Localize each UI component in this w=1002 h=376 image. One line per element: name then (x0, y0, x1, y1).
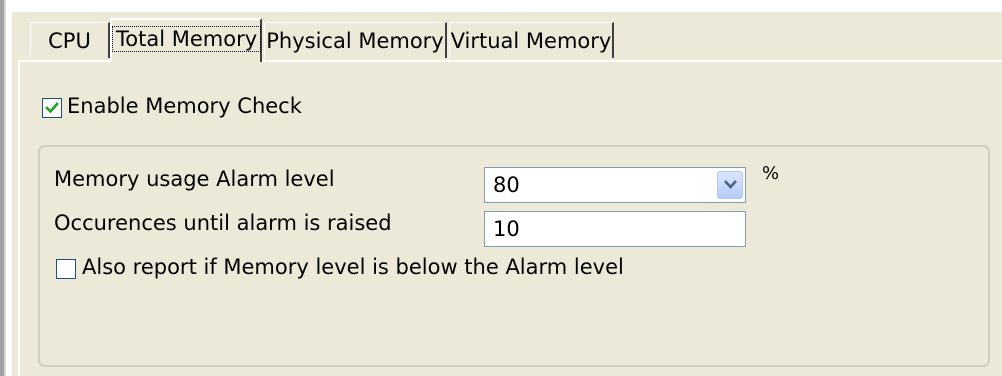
tab-physical-memory[interactable]: Physical Memory (264, 22, 447, 58)
window-left-border-highlight (4, 0, 6, 376)
tab-pane-total-memory: Enable Memory Check Memory usage Alarm l… (18, 60, 1002, 376)
memory-settings-panel: CPU Total Memory Physical Memory Virtual… (12, 12, 1002, 376)
enable-memory-check-checkbox[interactable] (42, 98, 62, 118)
alarm-level-select[interactable]: 80 (484, 167, 746, 203)
tab-cpu-label: CPU (48, 29, 91, 53)
checkmark-icon (45, 102, 59, 114)
tab-virtual-memory[interactable]: Virtual Memory (449, 22, 614, 58)
tab-total-memory-label: Total Memory (112, 26, 262, 52)
chevron-down-icon (724, 180, 737, 189)
tab-virtual-memory-label: Virtual Memory (450, 29, 612, 53)
occurrences-value: 10 (493, 217, 520, 241)
alarm-level-dropdown-button[interactable] (717, 171, 743, 199)
occurrences-label: Occurences until alarm is raised (54, 211, 392, 235)
alarm-level-value: 80 (493, 173, 520, 197)
occurrences-input[interactable]: 10 (484, 211, 746, 247)
enable-memory-check-label: Enable Memory Check (67, 94, 302, 118)
percent-unit-label: % (762, 163, 780, 184)
tab-cpu[interactable]: CPU (30, 22, 110, 58)
memory-alarm-group: Memory usage Alarm level 80 % Occurences… (38, 145, 990, 367)
tab-physical-memory-label: Physical Memory (266, 29, 444, 53)
report-below-checkbox[interactable] (56, 259, 76, 279)
report-below-label: Also report if Memory level is below the… (82, 255, 624, 279)
tab-total-memory[interactable]: Total Memory (110, 18, 262, 62)
alarm-level-label: Memory usage Alarm level (54, 167, 335, 191)
